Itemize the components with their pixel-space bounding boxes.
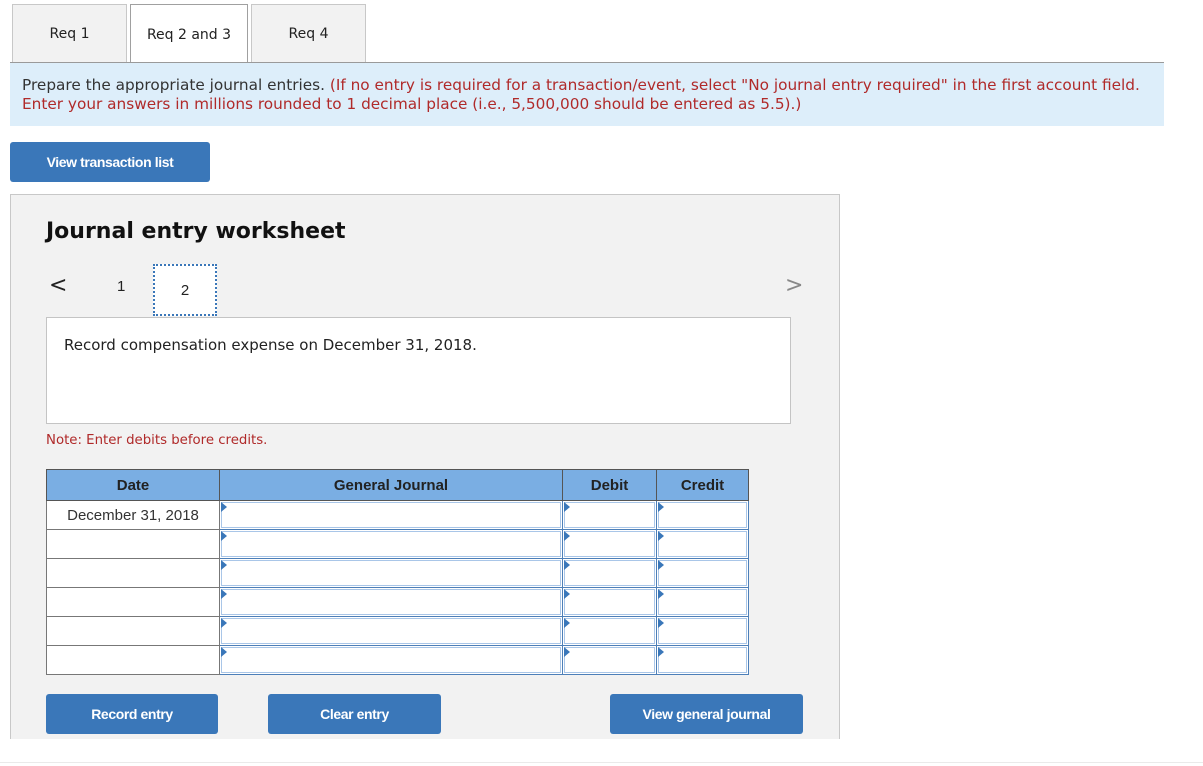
dropdown-indicator-icon [564, 589, 570, 599]
date-cell: December 31, 2018 [46, 500, 220, 530]
journal-table-header: Date General Journal Debit Credit [46, 469, 749, 501]
requirement-tabs: Req 1 Req 2 and 3 Req 4 [12, 4, 369, 64]
instructions-main: Prepare the appropriate journal entries. [22, 76, 325, 94]
dropdown-indicator-icon [564, 618, 570, 628]
credit-field[interactable] [658, 618, 747, 644]
debit-field-cell [562, 529, 657, 559]
credit-field-cell [656, 558, 749, 588]
date-cell [46, 616, 220, 646]
journal-row: December 31, 2018 [46, 500, 749, 530]
credit-field[interactable] [658, 502, 747, 528]
tab-req-1[interactable]: Req 1 [12, 4, 127, 63]
debit-field-cell [562, 616, 657, 646]
credit-field-cell [656, 616, 749, 646]
dropdown-indicator-icon [564, 560, 570, 570]
debit-field[interactable] [564, 589, 655, 615]
view-general-journal-button[interactable]: View general journal [610, 694, 803, 734]
debit-field[interactable] [564, 560, 655, 586]
column-header-credit: Credit [656, 469, 749, 501]
date-cell [46, 558, 220, 588]
debit-field-cell [562, 558, 657, 588]
debit-field-cell [562, 500, 657, 530]
clear-entry-button[interactable]: Clear entry [268, 694, 441, 734]
worksheet-title: Journal entry worksheet [46, 219, 346, 244]
journal-row [46, 587, 749, 617]
dropdown-indicator-icon [564, 531, 570, 541]
dropdown-indicator-icon [221, 502, 227, 512]
tab-req-4[interactable]: Req 4 [251, 4, 366, 63]
column-header-date: Date [46, 469, 220, 501]
credit-field-cell [656, 500, 749, 530]
account-field[interactable] [221, 647, 561, 673]
worksheet-page-2[interactable]: 2 [153, 264, 217, 316]
journal-row [46, 558, 749, 588]
chevron-left-icon[interactable]: < [49, 273, 67, 298]
dropdown-indicator-icon [658, 560, 664, 570]
dropdown-indicator-icon [658, 618, 664, 628]
journal-entry-worksheet: Journal entry worksheet < 1 2 > Record c… [10, 194, 840, 739]
instructions-panel: Prepare the appropriate journal entries.… [10, 63, 1164, 126]
column-header-debit: Debit [562, 469, 657, 501]
date-cell [46, 587, 220, 617]
debit-field[interactable] [564, 502, 655, 528]
debit-field[interactable] [564, 647, 655, 673]
account-field[interactable] [221, 502, 561, 528]
credit-field-cell [656, 645, 749, 675]
dropdown-indicator-icon [658, 502, 664, 512]
credit-field[interactable] [658, 531, 747, 557]
dropdown-indicator-icon [564, 647, 570, 657]
dropdown-indicator-icon [221, 618, 227, 628]
credit-field[interactable] [658, 589, 747, 615]
credit-field-cell [656, 587, 749, 617]
dropdown-indicator-icon [221, 560, 227, 570]
dropdown-indicator-icon [658, 589, 664, 599]
journal-row [46, 645, 749, 675]
dropdown-indicator-icon [658, 647, 664, 657]
date-cell [46, 645, 220, 675]
debit-credit-note: Note: Enter debits before credits. [46, 433, 268, 448]
credit-field-cell [656, 529, 749, 559]
chevron-right-icon[interactable]: > [785, 273, 803, 298]
credit-field[interactable] [658, 647, 747, 673]
account-field-cell [219, 558, 563, 588]
column-header-general-journal: General Journal [219, 469, 563, 501]
record-entry-button[interactable]: Record entry [46, 694, 218, 734]
account-field[interactable] [221, 618, 561, 644]
account-field-cell [219, 500, 563, 530]
account-field-cell [219, 587, 563, 617]
account-field[interactable] [221, 589, 561, 615]
dropdown-indicator-icon [564, 502, 570, 512]
journal-row [46, 616, 749, 646]
view-transaction-list-button[interactable]: View transaction list [10, 142, 210, 182]
worksheet-page-1[interactable]: 1 [117, 278, 125, 295]
dropdown-indicator-icon [658, 531, 664, 541]
debit-field-cell [562, 645, 657, 675]
account-field-cell [219, 616, 563, 646]
debit-field-cell [562, 587, 657, 617]
account-field[interactable] [221, 531, 561, 557]
credit-field[interactable] [658, 560, 747, 586]
tab-req-2-and-3[interactable]: Req 2 and 3 [130, 4, 248, 64]
dropdown-indicator-icon [221, 589, 227, 599]
account-field-cell [219, 529, 563, 559]
debit-field[interactable] [564, 618, 655, 644]
transaction-description-text: Record compensation expense on December … [64, 336, 477, 354]
account-field[interactable] [221, 560, 561, 586]
page-bottom-divider [0, 762, 1203, 763]
date-cell [46, 529, 220, 559]
journal-row [46, 529, 749, 559]
journal-table: Date General Journal Debit Credit Decemb… [46, 469, 749, 675]
dropdown-indicator-icon [221, 531, 227, 541]
transaction-description: Record compensation expense on December … [46, 317, 791, 424]
dropdown-indicator-icon [221, 647, 227, 657]
debit-field[interactable] [564, 531, 655, 557]
account-field-cell [219, 645, 563, 675]
